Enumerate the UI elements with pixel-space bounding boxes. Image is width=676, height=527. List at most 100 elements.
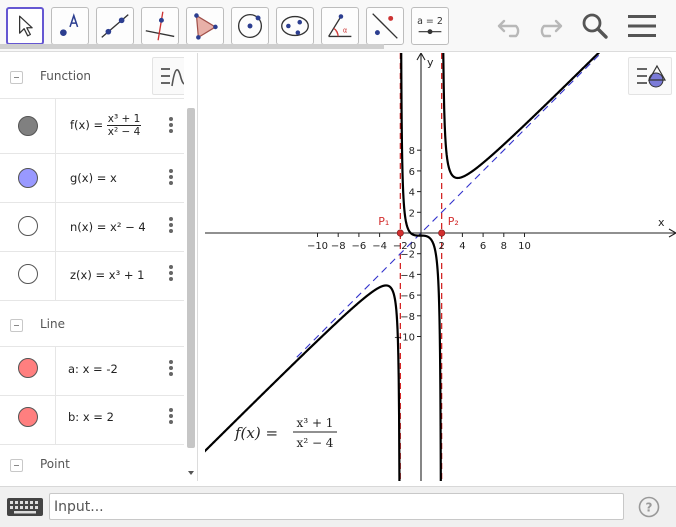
group-header-point[interactable]: Point: [0, 445, 184, 481]
algebra-expression-a[interactable]: a: x = -2: [68, 362, 118, 376]
x-tick-label: −6: [352, 241, 367, 252]
reflect-line-icon: [372, 13, 398, 39]
line-tool-button[interactable]: [96, 7, 134, 45]
visibility-toggle-g[interactable]: [18, 168, 38, 188]
perpendicular-line-icon: [145, 11, 175, 41]
help-button[interactable]: ?: [638, 496, 660, 518]
group-label-line: Line: [40, 317, 66, 331]
graphics-canvas[interactable]: xy−10 −8 −6 −4 −2 0 2 4 6 8 108642−2−4−6−8−10 P₁ P₂…: [205, 53, 676, 481]
algebra-expression-z[interactable]: z(x) = x³ + 1: [70, 268, 144, 282]
hamburger-menu-icon: [628, 15, 656, 37]
angle-tool-button[interactable]: α: [321, 7, 359, 45]
x-axis-label: x: [658, 216, 665, 229]
visibility-toggle-b[interactable]: [18, 407, 38, 427]
algebra-expression-f[interactable]: f(x) = x³ + 1 x² − 4: [70, 113, 142, 138]
visibility-toggle-z[interactable]: [18, 264, 38, 284]
svg-text:?: ?: [646, 501, 653, 515]
input-bar: ?: [0, 486, 676, 527]
point-1[interactable]: [396, 229, 404, 237]
y-axis-label: y: [427, 56, 434, 69]
more-options-icon[interactable]: [168, 406, 174, 426]
point-label-2: P₂: [448, 215, 459, 228]
algebra-expression-b[interactable]: b: x = 2: [68, 410, 114, 424]
x-tick-label: 2: [439, 241, 445, 252]
x-tick-label: −10: [307, 241, 328, 252]
slider-tool-label: a = 2: [417, 16, 443, 27]
help-icon: ?: [638, 496, 660, 518]
algebra-view: Function f(x) = x³ + 1 x² − 4 g(x) = x n(…: [0, 53, 198, 481]
redo-icon: [540, 19, 563, 38]
text-object-denominator[interactable]: x² − 4: [297, 436, 334, 450]
y-tick-label: −4: [400, 270, 415, 281]
keyboard-icon: [7, 498, 43, 516]
polygon-icon: [194, 13, 218, 40]
undo-button[interactable]: [494, 10, 528, 42]
undo-icon: [497, 19, 520, 38]
y-tick-label: 2: [409, 208, 415, 219]
circle-tool-button[interactable]: [231, 7, 269, 45]
point-2[interactable]: [438, 229, 446, 237]
point-icon: [60, 13, 79, 36]
algebra-item-a[interactable]: a: x = -2: [0, 347, 184, 396]
shapes-style-icon: [637, 64, 667, 88]
algebra-expression-n[interactable]: n(x) = x² − 4: [70, 220, 146, 234]
more-options-icon[interactable]: [168, 167, 174, 187]
more-options-icon[interactable]: [168, 215, 174, 235]
scroll-down-arrow-icon[interactable]: [186, 469, 196, 477]
cursor-arrow-icon: [19, 15, 33, 37]
function-f-left-branch[interactable]: [205, 284, 401, 481]
collapse-icon[interactable]: [10, 459, 23, 472]
algebra-item-n[interactable]: n(x) = x² − 4: [0, 203, 184, 252]
redo-button[interactable]: [532, 10, 566, 42]
polygon-tool-button[interactable]: [186, 7, 224, 45]
collapse-icon[interactable]: [10, 71, 23, 84]
search-icon: [582, 13, 608, 39]
algebra-scrollbar-thumb[interactable]: [187, 108, 195, 448]
visibility-toggle-f[interactable]: [18, 116, 38, 136]
main-menu-button[interactable]: [625, 10, 659, 42]
text-object-lhs[interactable]: f(x) =: [234, 424, 278, 442]
y-tick-label: −6: [400, 291, 415, 302]
search-button[interactable]: [578, 10, 612, 42]
algebra-item-g[interactable]: g(x) = x: [0, 154, 184, 203]
y-tick-label: 4: [409, 188, 415, 199]
group-label-point: Point: [40, 457, 70, 471]
more-options-icon[interactable]: [168, 358, 174, 378]
y-tick-label: 6: [409, 167, 415, 178]
x-tick-label: 4: [459, 241, 465, 252]
conic-tool-button[interactable]: [276, 7, 314, 45]
input-field[interactable]: [49, 493, 624, 520]
y-tick-label: 8: [409, 146, 415, 157]
slider-icon: a = 2: [417, 16, 443, 35]
x-tick-label: −4: [372, 241, 387, 252]
svg-text:α: α: [343, 27, 348, 35]
line-icon: [101, 14, 129, 38]
point-tool-button[interactable]: [51, 7, 89, 45]
toolbar: α a = 2: [0, 0, 676, 52]
collapse-icon[interactable]: [10, 319, 23, 332]
more-options-icon[interactable]: [168, 115, 174, 135]
toolbar-scrollbar[interactable]: [0, 44, 384, 49]
text-object-numerator[interactable]: x³ + 1: [297, 416, 334, 430]
keyboard-toggle-button[interactable]: [2, 492, 48, 522]
algebra-expression-g[interactable]: g(x) = x: [70, 171, 117, 185]
x-tick-label: −8: [331, 241, 346, 252]
reflect-tool-button[interactable]: [366, 7, 404, 45]
x-tick-label: 6: [480, 241, 486, 252]
more-options-icon[interactable]: [168, 263, 174, 283]
algebra-item-b[interactable]: b: x = 2: [0, 396, 184, 445]
visibility-toggle-a[interactable]: [18, 358, 38, 378]
algebra-item-f[interactable]: f(x) = x³ + 1 x² − 4: [0, 99, 184, 154]
graphics-view[interactable]: x y −10 −8 −6 −4 −2 0 2 4 6 8 10 8 6 4 2 −2 −4 −6 −8 −10 P₁ P₂…: [205, 53, 676, 481]
graphics-style-bar-button[interactable]: [628, 57, 672, 95]
point-label-1: P₁: [378, 215, 389, 228]
visibility-toggle-n[interactable]: [18, 216, 38, 236]
slider-tool-button[interactable]: a = 2: [411, 7, 449, 45]
ellipse-icon: [281, 15, 309, 37]
y-tick-label: −8: [400, 312, 415, 323]
oblique-asymptote-g[interactable]: [296, 53, 628, 358]
move-tool-button[interactable]: [6, 7, 44, 45]
group-header-line[interactable]: Line: [0, 301, 184, 347]
algebra-item-z[interactable]: z(x) = x³ + 1: [0, 252, 184, 301]
perpendicular-tool-button[interactable]: [141, 7, 179, 45]
